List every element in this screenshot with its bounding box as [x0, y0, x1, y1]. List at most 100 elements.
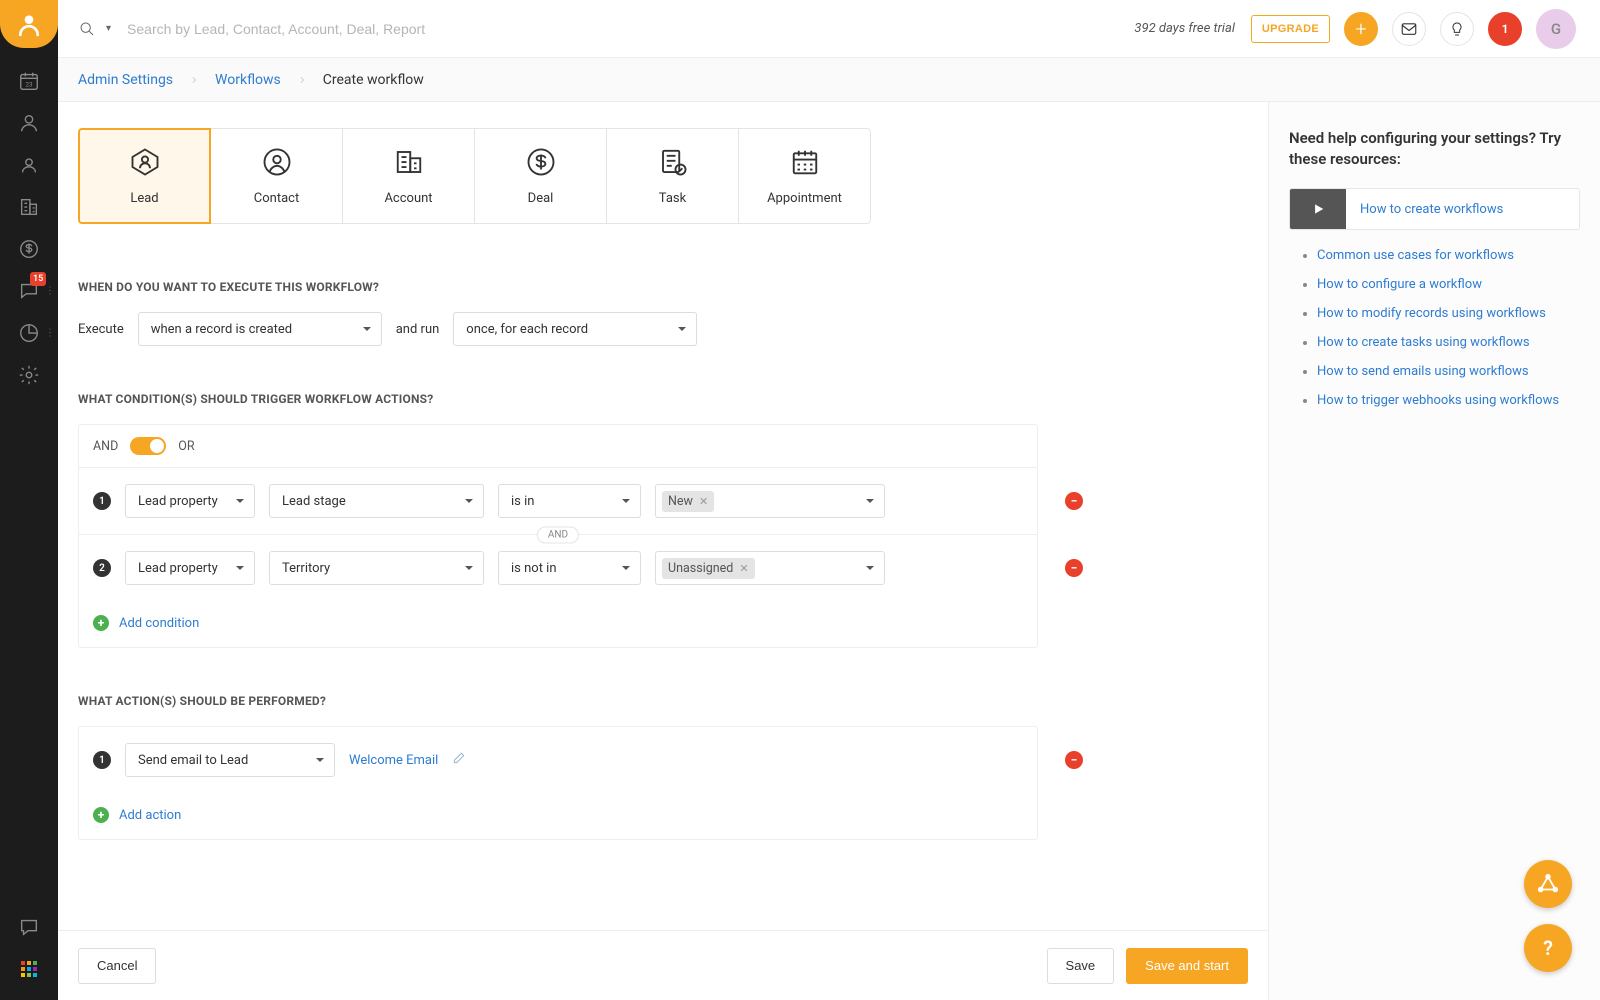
run-mode-dropdown[interactable]: once, for each record: [453, 312, 697, 346]
remove-condition-button[interactable]: −: [1065, 492, 1083, 510]
pie-chart-icon: [18, 322, 40, 344]
mail-button[interactable]: [1392, 12, 1426, 46]
chevron-right-icon: [189, 75, 199, 85]
help-link[interactable]: How to trigger webhooks using workflows: [1317, 393, 1580, 408]
sidebar-item-speech[interactable]: [0, 906, 58, 948]
avatar-initial: G: [1551, 20, 1561, 38]
help-link[interactable]: How to configure a workflow: [1317, 277, 1580, 292]
phone-button[interactable]: [1440, 12, 1474, 46]
triangle-network-icon: [1537, 873, 1559, 895]
sidebar-item-accounts[interactable]: [0, 186, 58, 228]
breadcrumb-admin-settings[interactable]: Admin Settings: [78, 72, 173, 88]
add-icon: +: [93, 807, 109, 823]
condition-row: 1 Lead property Lead stage is in New ✕ −: [79, 468, 1037, 534]
edit-template-icon[interactable]: [452, 751, 466, 769]
cancel-button[interactable]: Cancel: [78, 948, 156, 984]
account-tab-icon: [394, 147, 424, 177]
conditions-section-heading: WHAT CONDITION(S) SHOULD TRIGGER WORKFLO…: [78, 392, 1248, 406]
chat-badge: 15: [30, 272, 46, 286]
action-type-dropdown[interactable]: Send email to Lead: [125, 743, 335, 777]
help-link[interactable]: How to create tasks using workflows: [1317, 335, 1580, 350]
search-icon[interactable]: [74, 16, 100, 42]
sidebar-item-contacts[interactable]: [0, 144, 58, 186]
more-dots-icon[interactable]: ⋮: [45, 286, 54, 297]
add-condition-link[interactable]: Add condition: [119, 616, 199, 631]
content-area: Lead Contact Account Deal Task Appointme…: [58, 102, 1268, 1000]
help-link[interactable]: Common use cases for workflows: [1317, 248, 1580, 263]
and-or-toggle[interactable]: [130, 437, 166, 455]
condition-operator-dropdown[interactable]: is not in: [498, 551, 641, 585]
action-template-link[interactable]: Welcome Email: [349, 753, 438, 768]
action-index: 1: [93, 751, 111, 769]
sidebar-item-conversations[interactable]: 15 ⋮: [0, 270, 58, 312]
condition-scope-dropdown[interactable]: Lead property: [125, 551, 255, 585]
mail-icon: [1400, 20, 1418, 38]
execute-trigger-dropdown[interactable]: when a record is created: [138, 312, 382, 346]
record-type-tabs: Lead Contact Account Deal Task Appointme…: [78, 128, 1248, 224]
tab-appointment[interactable]: Appointment: [738, 128, 871, 224]
sidebar-item-settings[interactable]: [0, 354, 58, 396]
remove-condition-button[interactable]: −: [1065, 559, 1083, 577]
condition-value-chip: New ✕: [662, 491, 714, 512]
logo-icon: [16, 11, 42, 37]
tab-task[interactable]: Task: [606, 128, 739, 224]
remove-action-button[interactable]: −: [1065, 751, 1083, 769]
sidebar-item-apps[interactable]: [0, 948, 58, 990]
condition-index: 2: [93, 559, 111, 577]
sidebar-item-reports[interactable]: ⋮: [0, 312, 58, 354]
app-logo[interactable]: [0, 0, 58, 48]
tab-account[interactable]: Account: [342, 128, 475, 224]
bulb-icon: [1449, 21, 1465, 37]
search-input[interactable]: [127, 21, 507, 37]
help-link[interactable]: How to send emails using workflows: [1317, 364, 1580, 379]
condition-value-chip: Unassigned ✕: [662, 558, 755, 579]
quick-add-button[interactable]: +: [1344, 12, 1378, 46]
breadcrumb-workflows[interactable]: Workflows: [215, 72, 281, 88]
tab-appointment-label: Appointment: [767, 191, 842, 206]
help-title: Need help configuring your settings? Try…: [1289, 128, 1580, 170]
condition-field-dropdown[interactable]: Lead stage: [269, 484, 484, 518]
add-condition-row: + Add condition: [79, 601, 1037, 647]
appointment-tab-icon: [790, 147, 820, 177]
tab-lead-label: Lead: [130, 191, 158, 206]
remove-chip-icon[interactable]: ✕: [699, 495, 708, 508]
trial-status-text: 392 days free trial: [1134, 21, 1234, 36]
fab-integrations[interactable]: [1524, 860, 1572, 908]
condition-value-dropdown[interactable]: Unassigned ✕: [655, 551, 885, 585]
tab-lead[interactable]: Lead: [78, 128, 211, 224]
help-video-label: How to create workflows: [1346, 202, 1517, 217]
deal-tab-icon: [526, 147, 556, 177]
more-dots-icon[interactable]: ⋮: [45, 328, 54, 339]
play-icon: [1290, 189, 1346, 229]
save-button[interactable]: Save: [1047, 948, 1115, 984]
tab-deal[interactable]: Deal: [474, 128, 607, 224]
condition-logic-header: AND OR: [79, 425, 1037, 468]
condition-value-dropdown[interactable]: New ✕: [655, 484, 885, 518]
save-and-start-button[interactable]: Save and start: [1126, 948, 1248, 984]
help-link[interactable]: How to modify records using workflows: [1317, 306, 1580, 321]
tab-task-label: Task: [659, 191, 686, 206]
condition-operator-dropdown[interactable]: is in: [498, 484, 641, 518]
add-action-link[interactable]: Add action: [119, 808, 181, 823]
topbar-right: 392 days free trial UPGRADE + 1 G: [1134, 9, 1576, 49]
user-avatar[interactable]: G: [1536, 9, 1576, 49]
sidebar-item-calendar[interactable]: 23: [0, 60, 58, 102]
tab-deal-label: Deal: [528, 191, 554, 206]
and-mode-label: AND: [93, 439, 118, 454]
tab-account-label: Account: [384, 191, 432, 206]
upgrade-button[interactable]: UPGRADE: [1251, 15, 1330, 43]
fab-help[interactable]: ?: [1524, 924, 1572, 972]
remove-chip-icon[interactable]: ✕: [739, 562, 748, 575]
notifications-button[interactable]: 1: [1488, 12, 1522, 46]
or-mode-label: OR: [178, 439, 194, 454]
condition-field-dropdown[interactable]: Territory: [269, 551, 484, 585]
sidebar-item-deals[interactable]: [0, 228, 58, 270]
search-scope-dropdown-icon[interactable]: ▾: [106, 23, 111, 34]
sidebar-item-leads[interactable]: [0, 102, 58, 144]
tab-contact[interactable]: Contact: [210, 128, 343, 224]
dollar-icon: [18, 238, 40, 260]
conditions-block: AND OR 1 Lead property Lead stage is in …: [78, 424, 1038, 648]
help-video-link[interactable]: How to create workflows: [1289, 188, 1580, 230]
condition-scope-dropdown[interactable]: Lead property: [125, 484, 255, 518]
task-tab-icon: [658, 147, 688, 177]
